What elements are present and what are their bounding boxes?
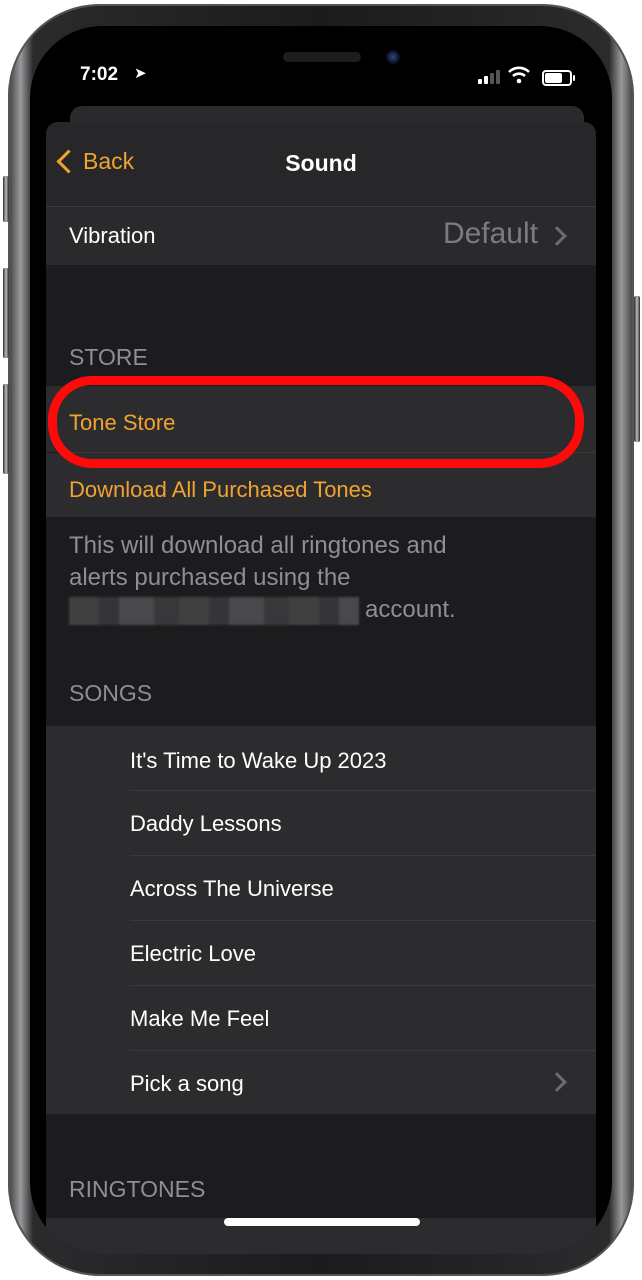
vibration-label: Vibration bbox=[69, 223, 156, 248]
navigation-bar: Back Sound bbox=[46, 122, 596, 206]
song-label: It's Time to Wake Up 2023 bbox=[130, 748, 387, 773]
volume-up-button bbox=[3, 268, 9, 358]
song-label: Across The Universe bbox=[130, 876, 334, 901]
vibration-row[interactable]: Vibration Default bbox=[46, 206, 596, 265]
wifi-icon bbox=[508, 66, 530, 84]
pick-a-song-label: Pick a song bbox=[130, 1071, 244, 1096]
song-item[interactable]: Across The Universe bbox=[46, 856, 596, 920]
store-footer: This will download all ringtones and ale… bbox=[69, 530, 539, 626]
volume-down-button bbox=[3, 384, 9, 474]
footer-line-1: This will download all ringtones and bbox=[69, 532, 447, 559]
footer-line-3: account. bbox=[365, 596, 456, 623]
ringtones-section-header: RINGTONES bbox=[69, 1176, 206, 1202]
status-time: 7:02 bbox=[80, 64, 119, 85]
songs-section-header: SONGS bbox=[69, 680, 153, 706]
front-camera bbox=[386, 50, 400, 64]
chevron-right-icon bbox=[547, 226, 567, 246]
download-all-label: Download All Purchased Tones bbox=[69, 477, 372, 502]
redacted-account bbox=[69, 596, 359, 625]
footer-line-2: alerts purchased using the bbox=[69, 564, 351, 591]
power-button bbox=[634, 296, 640, 442]
song-item[interactable]: Make Me Feel bbox=[46, 986, 596, 1050]
song-item[interactable]: It's Time to Wake Up 2023 bbox=[46, 726, 596, 790]
home-indicator[interactable] bbox=[224, 1218, 420, 1226]
mute-switch bbox=[3, 176, 9, 222]
cellular-signal-icon bbox=[478, 70, 502, 84]
tone-store-highlight-circle bbox=[48, 376, 584, 468]
sound-settings-sheet: Back Sound Vibration Default STORE Tone … bbox=[46, 122, 596, 1254]
screen: 7:02 ➤ Back Sound Vibration Default STOR… bbox=[30, 26, 612, 1254]
battery-icon bbox=[542, 70, 575, 86]
vibration-value: Default bbox=[442, 217, 538, 250]
pick-a-song-row[interactable]: Pick a song bbox=[46, 1051, 596, 1114]
chevron-right-icon bbox=[547, 1072, 567, 1092]
location-arrow-icon: ➤ bbox=[134, 65, 147, 82]
song-label: Daddy Lessons bbox=[130, 811, 282, 836]
song-item[interactable]: Daddy Lessons bbox=[46, 791, 596, 855]
page-title: Sound bbox=[285, 150, 357, 176]
earpiece-speaker bbox=[283, 52, 361, 62]
songs-list: It's Time to Wake Up 2023 Daddy Lessons … bbox=[46, 726, 596, 1114]
store-section-header: STORE bbox=[69, 344, 148, 370]
song-label: Make Me Feel bbox=[130, 1006, 270, 1031]
song-label: Electric Love bbox=[130, 941, 256, 966]
song-item[interactable]: Electric Love bbox=[46, 921, 596, 985]
